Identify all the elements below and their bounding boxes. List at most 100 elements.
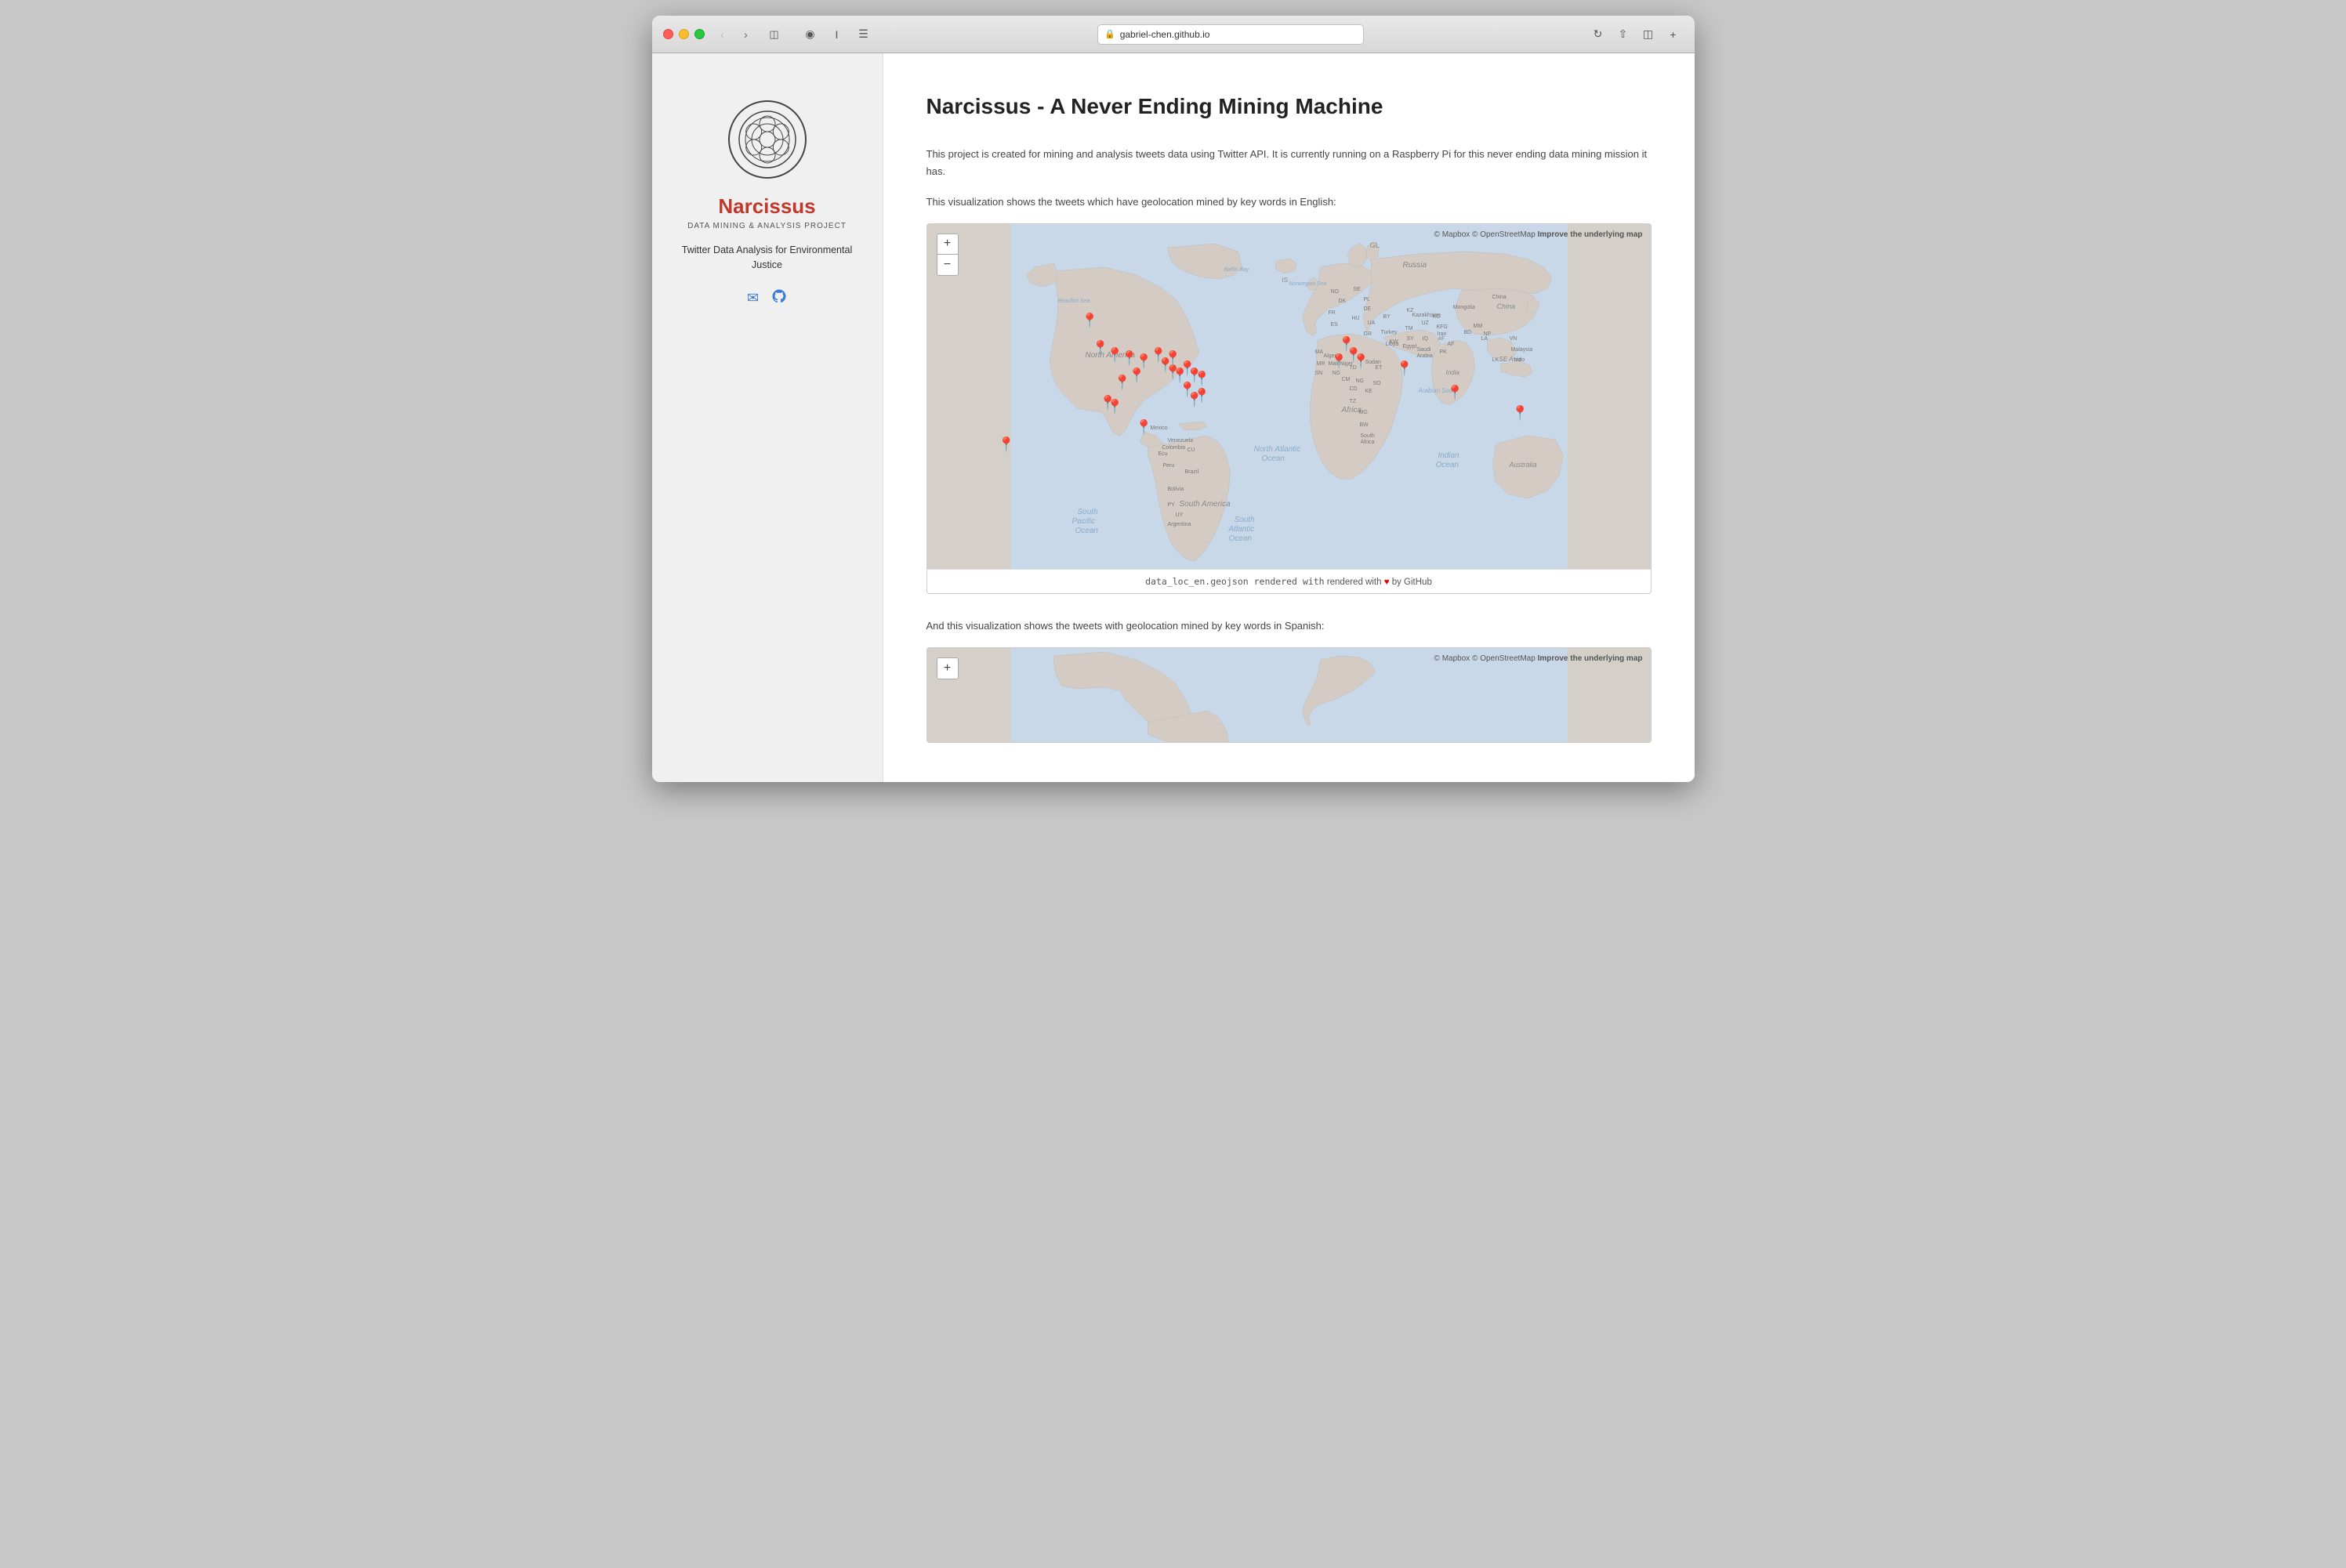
viz-label-1: This visualization shows the tweets whic… bbox=[926, 194, 1652, 211]
nav-buttons: ‹ › bbox=[713, 27, 756, 42]
second-viz-label: And this visualization shows the tweets … bbox=[926, 617, 1652, 635]
svg-text:NG: NG bbox=[1332, 371, 1340, 376]
map-footer-1: data_loc_en.geojson rendered with render… bbox=[927, 569, 1651, 593]
map2-attribution-text: © Mapbox © OpenStreetMap bbox=[1434, 654, 1536, 663]
svg-text:KFG: KFG bbox=[1436, 324, 1447, 330]
right-toolbar-icons: ↻ ⇧ ◫ + bbox=[1588, 27, 1684, 42]
svg-text:UA: UA bbox=[1367, 320, 1375, 326]
svg-text:SY: SY bbox=[1406, 336, 1414, 342]
map-inner-2[interactable]: + © Mapbox © OpenStreetMap Improve the u… bbox=[927, 648, 1651, 742]
svg-text:CD: CD bbox=[1349, 386, 1357, 392]
text-cursor-icon: I bbox=[827, 27, 847, 42]
sidebar-logo bbox=[728, 100, 807, 179]
url-bar-area: 🔒 gabriel-chen.github.io bbox=[882, 24, 1580, 45]
svg-text:IQ: IQ bbox=[1422, 336, 1428, 342]
svg-text:LK: LK bbox=[1492, 357, 1499, 363]
browser-content: Narcissus DATA MINING & ANALYSIS PROJECT… bbox=[652, 53, 1695, 782]
sidebar-title: Narcissus bbox=[718, 194, 815, 219]
tab-icon[interactable]: ◫ bbox=[1638, 27, 1659, 42]
svg-text:Africa: Africa bbox=[1360, 440, 1374, 445]
add-tab-icon[interactable]: + bbox=[1663, 27, 1684, 42]
reload-icon[interactable]: ↻ bbox=[1588, 27, 1608, 42]
svg-text:Venezuela: Venezuela bbox=[1167, 438, 1193, 444]
map-pin[interactable]: 📍 bbox=[1081, 313, 1098, 328]
svg-text:Kazakhstan: Kazakhstan bbox=[1412, 313, 1441, 318]
map-pin-red[interactable]: 📍 bbox=[1193, 389, 1210, 403]
svg-text:South: South bbox=[1234, 516, 1255, 524]
svg-text:LA: LA bbox=[1481, 336, 1488, 342]
svg-text:PL: PL bbox=[1363, 297, 1370, 302]
svg-text:AF: AF bbox=[1438, 336, 1445, 342]
shield-icon: ◉ bbox=[800, 27, 821, 42]
github-link[interactable] bbox=[771, 288, 787, 308]
sidebar-subtitle: DATA MINING & ANALYSIS PROJECT bbox=[687, 222, 847, 230]
svg-text:China: China bbox=[1496, 302, 1515, 310]
svg-text:India: India bbox=[1445, 369, 1459, 376]
map-pin[interactable]: 📍 bbox=[1330, 354, 1347, 368]
svg-text:Indo: Indo bbox=[1514, 357, 1525, 363]
map-pin[interactable]: 📍 bbox=[998, 437, 1015, 451]
attribution-link[interactable]: Improve the underlying map bbox=[1538, 230, 1643, 239]
svg-text:China: China bbox=[1492, 295, 1506, 300]
svg-text:Mongolia: Mongolia bbox=[1452, 305, 1475, 310]
maximize-button[interactable] bbox=[694, 29, 705, 39]
email-link[interactable]: ✉ bbox=[747, 290, 759, 306]
map-inner-1[interactable]: North America Russia China Africa South … bbox=[927, 224, 1651, 569]
share-icon[interactable]: ⇧ bbox=[1613, 27, 1633, 42]
map-pin[interactable]: 📍 bbox=[1446, 386, 1463, 400]
zoom-out-button[interactable]: − bbox=[937, 255, 958, 275]
svg-text:AF: AF bbox=[1447, 342, 1454, 347]
map2-attribution-link[interactable]: Improve the underlying map bbox=[1538, 654, 1643, 663]
svg-text:Ecu: Ecu bbox=[1158, 451, 1167, 457]
sidebar-toggle-button[interactable]: ◫ bbox=[764, 27, 785, 42]
svg-text:MR: MR bbox=[1316, 361, 1325, 367]
map2-attribution: © Mapbox © OpenStreetMap Improve the und… bbox=[1434, 654, 1643, 663]
svg-text:Peru: Peru bbox=[1162, 463, 1174, 469]
svg-text:MG: MG bbox=[1358, 410, 1367, 415]
url-bar[interactable]: 🔒 gabriel-chen.github.io bbox=[1097, 24, 1364, 45]
svg-text:Brazil: Brazil bbox=[1184, 469, 1198, 475]
svg-text:UZ: UZ bbox=[1421, 320, 1429, 326]
map-pin-red[interactable]: 📍 bbox=[1164, 351, 1181, 365]
back-button[interactable]: ‹ bbox=[713, 27, 733, 42]
map-footer-heart: rendered with ♥ bbox=[1327, 578, 1392, 587]
svg-text:Egypt: Egypt bbox=[1402, 344, 1416, 349]
browser-window: ‹ › ◫ ◉ I ☰ 🔒 gabriel-chen.github.io ↻ ⇧… bbox=[652, 16, 1695, 782]
map-pin[interactable]: 📍 bbox=[1135, 420, 1152, 434]
map2-zoom-in-button[interactable]: + bbox=[937, 658, 958, 679]
map-pin[interactable]: 📍 bbox=[1395, 361, 1412, 375]
close-button[interactable] bbox=[663, 29, 673, 39]
map-pin[interactable]: 📍 bbox=[1113, 375, 1130, 389]
map-pin[interactable]: 📍 bbox=[1511, 406, 1528, 420]
svg-text:Ocean: Ocean bbox=[1435, 461, 1459, 469]
forward-button[interactable]: › bbox=[736, 27, 756, 42]
svg-text:SN: SN bbox=[1314, 371, 1322, 376]
traffic-lights bbox=[663, 29, 705, 39]
svg-text:KE: KE bbox=[1365, 389, 1372, 394]
map-pin-red[interactable]: 📍 bbox=[1106, 400, 1123, 414]
svg-text:Australia: Australia bbox=[1508, 461, 1536, 469]
svg-text:TZ: TZ bbox=[1349, 399, 1356, 404]
map-container-2: + © Mapbox © OpenStreetMap Improve the u… bbox=[926, 647, 1652, 743]
svg-text:CU: CU bbox=[1187, 447, 1195, 453]
svg-text:Turkey: Turkey bbox=[1380, 330, 1398, 335]
map2-zoom-controls: + bbox=[937, 657, 959, 679]
svg-text:MA: MA bbox=[1314, 349, 1323, 355]
svg-text:HU: HU bbox=[1351, 316, 1359, 321]
github-icon bbox=[771, 288, 787, 304]
svg-text:Arabia: Arabia bbox=[1416, 353, 1432, 359]
svg-text:Saudi: Saudi bbox=[1416, 347, 1430, 353]
svg-text:Beaufort Sea: Beaufort Sea bbox=[1057, 299, 1090, 304]
svg-text:Ocean: Ocean bbox=[1261, 454, 1285, 463]
svg-text:North Atlantic: North Atlantic bbox=[1253, 445, 1300, 454]
toolbar-icons: ◉ I ☰ bbox=[800, 27, 874, 42]
svg-text:Pacific: Pacific bbox=[1071, 517, 1094, 526]
svg-text:UY: UY bbox=[1175, 512, 1183, 518]
minimize-button[interactable] bbox=[679, 29, 689, 39]
svg-text:South: South bbox=[1077, 508, 1098, 516]
map-pin[interactable]: 📍 bbox=[1352, 354, 1369, 368]
zoom-in-button[interactable]: + bbox=[937, 234, 958, 255]
svg-text:DE: DE bbox=[1363, 306, 1371, 312]
svg-text:NG: NG bbox=[1355, 378, 1364, 384]
svg-text:Argentina: Argentina bbox=[1167, 522, 1191, 527]
